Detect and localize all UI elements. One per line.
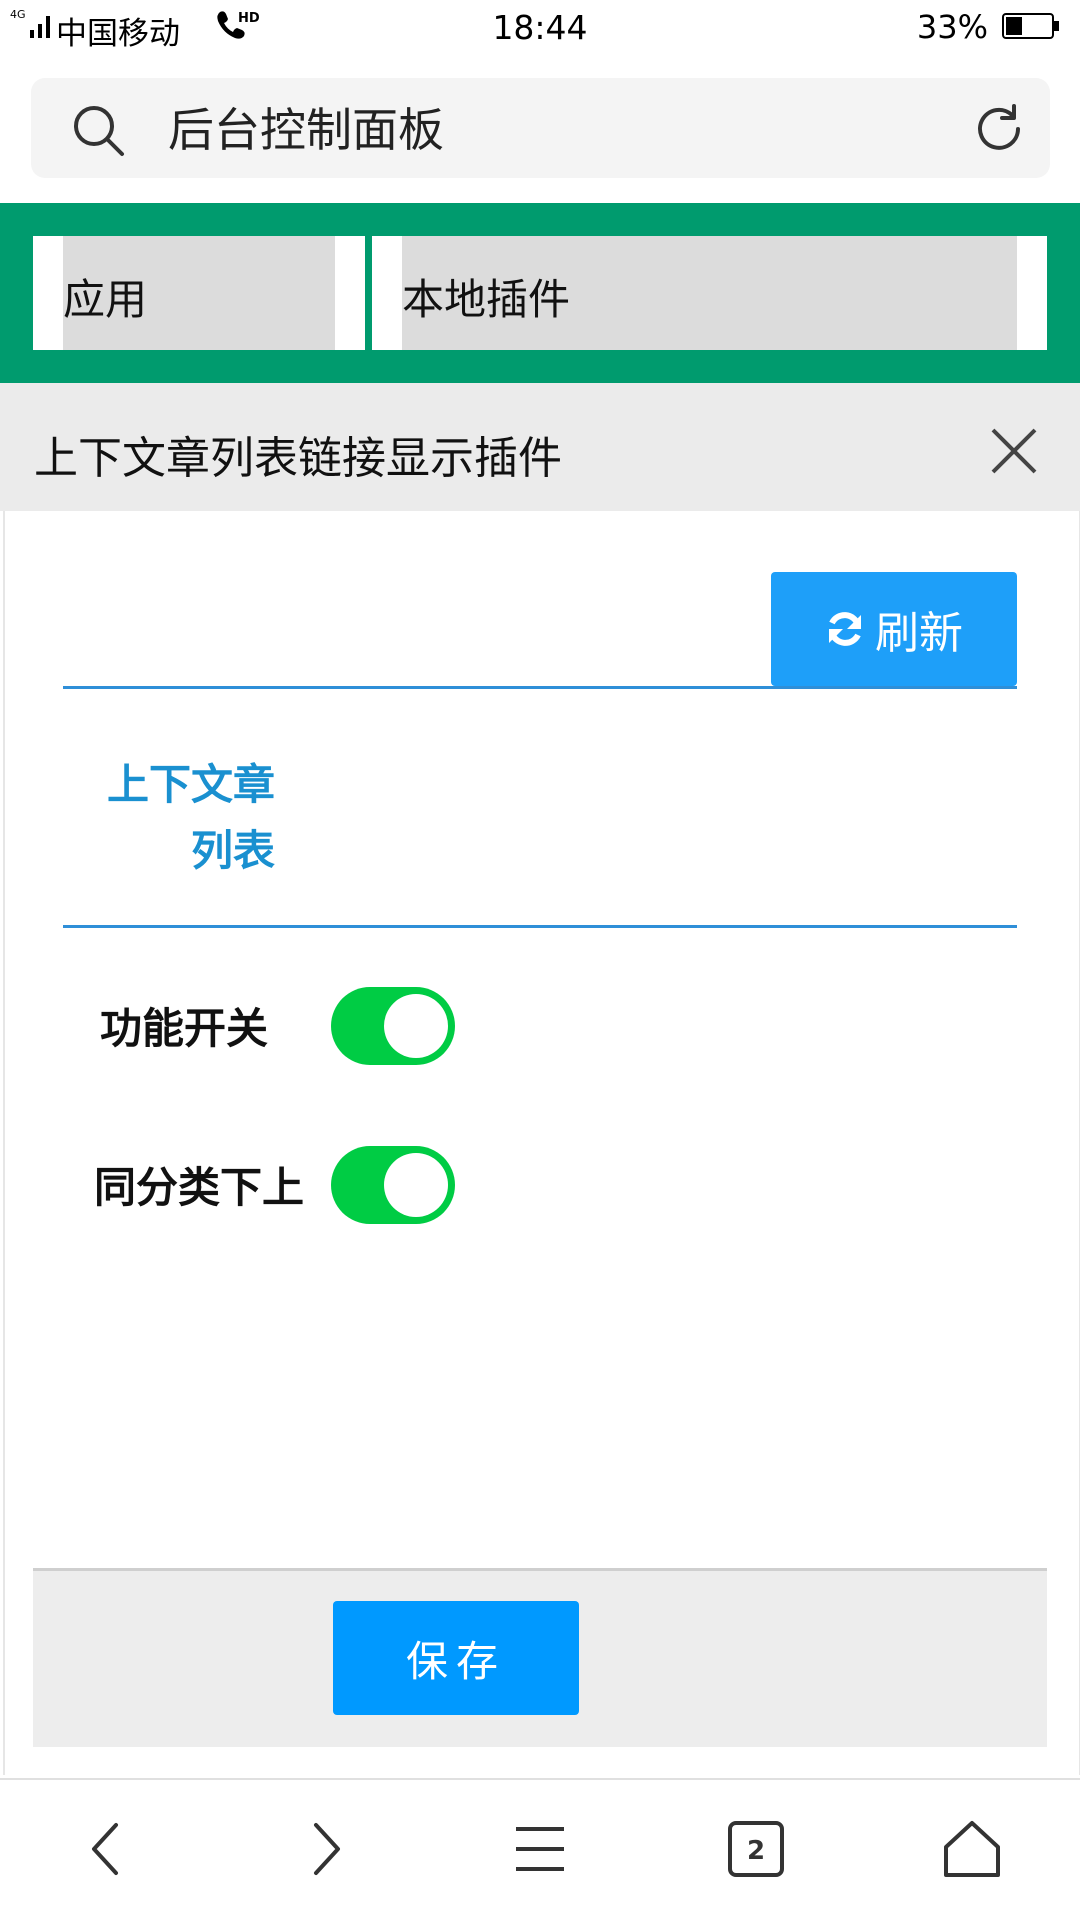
tab-apps-label: 应用	[63, 275, 148, 324]
battery-icon	[1002, 13, 1059, 39]
reload-icon[interactable]	[970, 100, 1028, 158]
toggle-label-feature: 功能开关	[100, 1004, 269, 1053]
refresh-button[interactable]: 刷新	[771, 572, 1017, 686]
tab-count: 2	[747, 1836, 765, 1866]
home-icon[interactable]	[938, 1815, 1006, 1883]
refresh-icon	[829, 612, 861, 646]
toggle-knob	[384, 1153, 448, 1217]
close-icon[interactable]	[985, 422, 1043, 480]
back-icon[interactable]	[74, 1815, 142, 1883]
menu-icon[interactable]	[506, 1815, 574, 1883]
divider	[63, 686, 1017, 689]
feature-toggle[interactable]	[331, 987, 455, 1065]
refresh-label: 刷新	[875, 608, 963, 659]
search-icon[interactable]	[70, 102, 126, 158]
battery-percent: 33%	[916, 8, 988, 46]
save-button[interactable]: 保存	[333, 1601, 579, 1715]
section-title-line1: 上下文章	[106, 760, 275, 809]
tabs-icon[interactable]: 2	[722, 1815, 790, 1883]
section-title-line2: 列表	[190, 826, 275, 875]
toggle-knob	[384, 994, 448, 1058]
divider	[63, 925, 1017, 928]
forward-icon[interactable]	[290, 1815, 358, 1883]
toggle-label-same-category: 同分类下上	[94, 1163, 305, 1212]
section-title: 上下文章 列表	[90, 752, 275, 884]
search-input[interactable]: 后台控制面板	[168, 102, 444, 158]
panel-title: 上下文章列表链接显示插件	[34, 433, 562, 484]
tab-local-plugins-label: 本地插件	[402, 275, 571, 324]
same-category-toggle[interactable]	[331, 1146, 455, 1224]
